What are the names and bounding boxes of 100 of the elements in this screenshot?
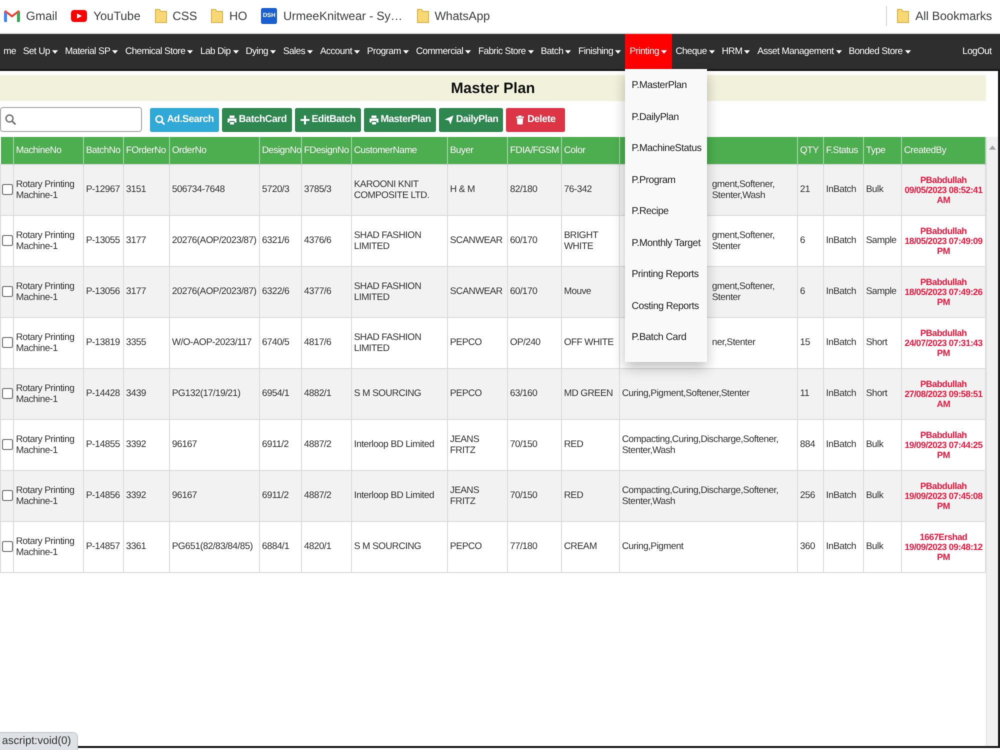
nav-menu-item[interactable]: me	[0, 34, 20, 69]
nav-menu-item[interactable]: Commercial	[412, 34, 475, 69]
row-checkbox[interactable]	[2, 286, 13, 297]
row-checkbox[interactable]	[2, 184, 13, 195]
table-cell: SHAD FASHION LIMITED	[352, 215, 448, 266]
send-button[interactable]: DailyPlan	[438, 108, 504, 132]
status-url-tooltip: ascript:void(0)	[0, 732, 78, 750]
table-cell: Rotary Printing Machine-1	[14, 266, 84, 317]
table-cell: 96167	[170, 470, 260, 521]
nav-menu-item[interactable]: Sales	[280, 34, 317, 69]
table-cell: InBatch	[824, 419, 864, 470]
row-checkbox[interactable]	[2, 337, 13, 348]
table-cell: RED	[562, 470, 620, 521]
nav-menu-item[interactable]: Printing	[624, 34, 672, 69]
table-cell: H & M	[448, 164, 508, 215]
bookmark-link[interactable]: WhatsApp	[416, 8, 490, 23]
table-cell: Curing,Pigment	[620, 521, 798, 572]
table-cell: SCANWEAR	[448, 266, 508, 317]
printer-icon	[368, 114, 379, 124]
row-checkbox[interactable]	[2, 490, 13, 501]
table-cell: 20276(AOP/2023/87)	[170, 266, 260, 317]
table-cell: 6911/2	[260, 419, 302, 470]
nav-menu-item[interactable]: Program	[364, 34, 412, 69]
table-cell: Rotary Printing Machine-1	[14, 470, 84, 521]
paper-plane-icon	[444, 114, 454, 124]
table-cell: OP/240	[508, 317, 562, 368]
print-button[interactable]: BatchCard	[222, 108, 292, 132]
row-checkbox[interactable]	[2, 439, 13, 450]
dropdown-menu-item[interactable]: P.MachineStatus	[624, 133, 708, 164]
table-cell: P-14857	[84, 521, 124, 572]
bookmark-link[interactable]: CSS	[154, 8, 198, 23]
dropdown-menu-item[interactable]: P.MasterPlan	[624, 70, 708, 102]
nav-menu-item[interactable]: Finishing	[574, 34, 625, 69]
table-cell: Rotary Printing Machine-1	[14, 164, 84, 215]
table-cell: InBatch	[824, 266, 864, 317]
row-checkbox[interactable]	[2, 388, 13, 399]
table-cell: 21	[798, 164, 824, 215]
nav-menu-item[interactable]: Material SP	[61, 34, 122, 69]
dropdown-menu-item[interactable]: P.Recipe	[624, 196, 708, 228]
row-checkbox[interactable]	[2, 541, 13, 552]
table-cell: 76-342	[562, 164, 620, 215]
table-cell: 20276(AOP/2023/87)	[170, 215, 260, 266]
nav-menu-item[interactable]: Set Up	[20, 34, 62, 69]
table-cell: BRIGHT WHITE	[562, 215, 620, 266]
table-cell: Compacting,Curing,Discharge,Softener,Stenter,Wash	[620, 470, 798, 521]
table-cell: 6321/6	[260, 215, 302, 266]
created-at-time: 19/09/2023 07:45:08 PM	[904, 490, 983, 510]
nav-menu-item[interactable]: Fabric Store	[474, 34, 538, 69]
print-button[interactable]: MasterPlan	[364, 108, 436, 132]
nav-menu-item[interactable]: Cheque	[672, 34, 718, 69]
nav-menu-item[interactable]: Bonded Store	[845, 34, 914, 69]
table-cell: Curing,Pigment,Softener,Stenter	[620, 368, 798, 419]
folder-icon	[897, 8, 910, 23]
table-cell: InBatch	[824, 215, 864, 266]
table-cell: 82/180	[508, 164, 562, 215]
table-cell: 3151	[124, 164, 170, 215]
table-cell: Rotary Printing Machine-1	[14, 368, 84, 419]
scrollbar-track[interactable]	[986, 137, 998, 746]
table-cell: PG132(17/19/21)	[170, 368, 260, 419]
table-cell: 4887/2	[302, 419, 352, 470]
table-cell: RED	[562, 419, 620, 470]
created-at-time: 19/09/2023 09:48:12 PM	[904, 542, 983, 562]
table-cell: P-14855	[84, 419, 124, 470]
bookmark-link[interactable]: HO	[211, 8, 248, 23]
nav-menu-item[interactable]: Dying	[242, 34, 280, 69]
dropdown-menu-item[interactable]: P.Batch Card	[624, 322, 708, 354]
dropdown-menu-item[interactable]: P.DailyPlan	[624, 102, 708, 133]
dropdown-menu-item[interactable]: Printing Reports	[624, 259, 708, 290]
dropdown-menu-item[interactable]: Costing Reports	[624, 290, 708, 322]
table-cell: PEPCO	[448, 521, 508, 572]
bookmark-link[interactable]: All Bookmarks	[897, 8, 992, 23]
edit-batch-button[interactable]: EditBatch	[294, 108, 361, 132]
delete-button[interactable]: Delete	[506, 108, 565, 132]
table-cell: InBatch	[824, 470, 864, 521]
created-at-time: 18/05/2023 07:49:09 PM	[904, 236, 983, 256]
table-cell: Sample	[864, 266, 902, 317]
search-field[interactable]	[0, 107, 142, 132]
search-icon	[155, 114, 165, 124]
row-checkbox[interactable]	[2, 235, 13, 246]
table-cell: P-14428	[84, 368, 124, 419]
table-cell: 6322/6	[260, 266, 302, 317]
table-cell: 256	[798, 470, 824, 521]
bookmark-link[interactable]: YouTube	[71, 8, 140, 22]
nav-menu-item[interactable]: Lab Dip	[196, 34, 242, 69]
table-cell: 3361	[124, 521, 170, 572]
nav-menu-item[interactable]: Asset Management	[754, 34, 846, 69]
dropdown-menu-item[interactable]: P.Program	[624, 164, 708, 196]
table-cell: 3392	[124, 470, 170, 521]
logout-link[interactable]: LogOut	[958, 34, 995, 69]
table-cell: 3439	[124, 368, 170, 419]
dropdown-menu-item[interactable]: P.Monthly Target	[624, 228, 708, 259]
nav-menu-item[interactable]: Chemical Store	[122, 34, 197, 69]
bookmark-link[interactable]: Gmail	[4, 8, 58, 22]
nav-menu-item[interactable]: Account	[316, 34, 364, 69]
page-title: Master Plan	[450, 80, 536, 96]
created-by-user: PBabdullah	[919, 480, 968, 490]
nav-menu-item[interactable]: HRM	[718, 34, 754, 69]
table-cell: 884	[798, 419, 824, 470]
table-cell: 6740/5	[260, 317, 302, 368]
nav-menu-item[interactable]: Batch	[537, 34, 575, 69]
